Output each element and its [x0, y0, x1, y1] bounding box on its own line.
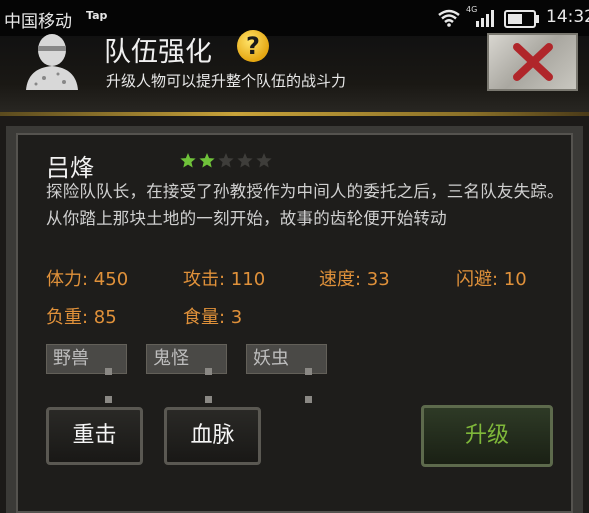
stat-value: 3 [230, 307, 243, 328]
signal-icon [476, 10, 494, 27]
upgrade-button[interactable]: 升级 [421, 405, 553, 467]
avatar-icon [26, 34, 78, 90]
stat-label: 食量 [183, 307, 219, 328]
stat-label: 速度 [319, 269, 355, 290]
stat-attack: 攻击: 110 [183, 269, 266, 290]
stat-label: 攻击 [183, 269, 219, 290]
stat-hp: 体力: 450 [46, 269, 129, 290]
character-description: 探险队队长，在接受了孙教授作为中间人的委托之后，三名队友失踪。从你踏上那块土地的… [46, 182, 564, 228]
star-filled-icon [199, 153, 215, 168]
skill-button-heavy-strike[interactable]: 重击 [46, 407, 143, 465]
stat-label: 负重 [46, 307, 82, 328]
stat-value: 85 [93, 307, 117, 328]
status-bar: 中国移动 Tap 4G 14:32 [0, 0, 589, 36]
carrier-name: 中国移动 [4, 12, 72, 32]
stat-dodge: 闪避: 10 [456, 269, 527, 290]
close-button[interactable] [487, 33, 578, 91]
trait-chip-ghost[interactable]: 鬼怪 [146, 344, 227, 403]
stat-value: 10 [503, 269, 527, 290]
trait-level-icon [205, 356, 222, 403]
carrier-tag: Tap [86, 9, 108, 22]
stat-value: 33 [366, 269, 390, 290]
trait-label: 鬼怪 [153, 348, 189, 369]
trait-chip-beast[interactable]: 野兽 [46, 344, 127, 403]
header-divider [0, 112, 589, 116]
close-icon [513, 43, 553, 81]
star-rating [180, 153, 272, 168]
stat-label: 闪避 [456, 269, 492, 290]
star-filled-icon [180, 153, 196, 168]
battery-icon [504, 10, 539, 28]
trait-chip-insect[interactable]: 妖虫 [246, 344, 327, 403]
star-empty-icon [237, 153, 253, 168]
page-title: 队伍强化 [104, 37, 212, 68]
star-empty-icon [218, 153, 234, 168]
trait-label: 野兽 [53, 348, 89, 369]
stat-value: 110 [230, 269, 266, 290]
trait-label: 妖虫 [253, 348, 289, 369]
clock: 14:32 [546, 7, 589, 27]
stat-speed: 速度: 33 [319, 269, 390, 290]
stat-food: 食量: 3 [183, 307, 243, 328]
trait-level-icon [305, 356, 322, 403]
stat-value: 450 [93, 269, 129, 290]
star-empty-icon [256, 153, 272, 168]
stat-label: 体力 [46, 269, 82, 290]
skill-button-bloodline[interactable]: 血脉 [164, 407, 261, 465]
page-subtitle: 升级人物可以提升整个队伍的战斗力 [106, 72, 347, 90]
trait-level-icon [105, 356, 122, 403]
stat-load: 负重: 85 [46, 307, 117, 328]
help-icon[interactable]: ? [237, 30, 269, 62]
wifi-icon [438, 9, 460, 27]
